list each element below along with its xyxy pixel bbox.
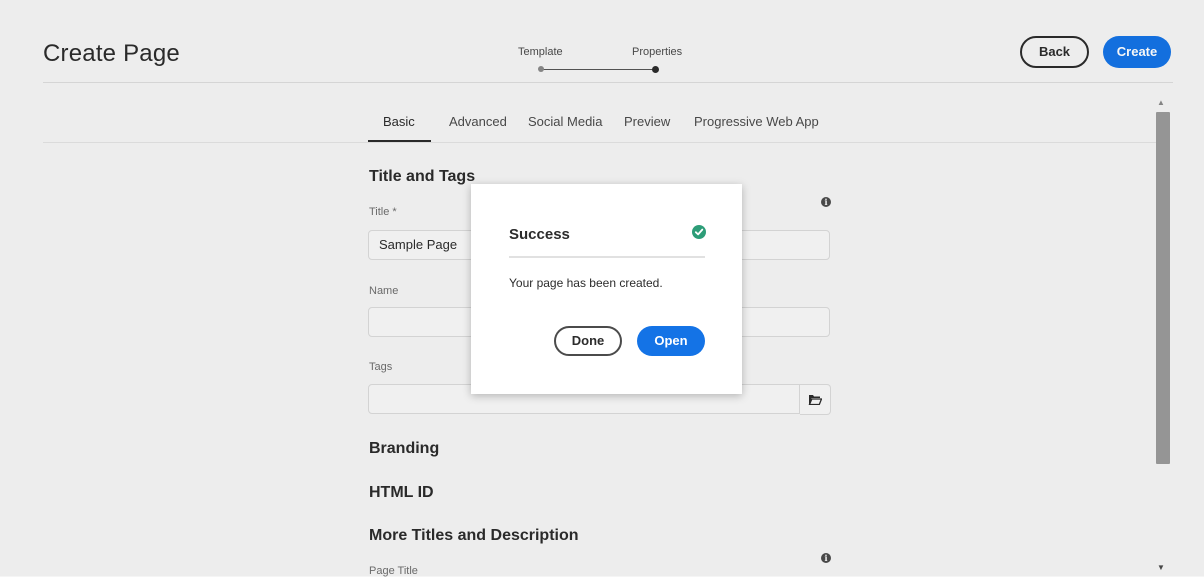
- dialog-title: Success: [509, 226, 570, 243]
- done-button[interactable]: Done: [554, 326, 622, 356]
- check-circle-icon: [692, 225, 706, 239]
- dialog-message: Your page has been created.: [509, 276, 663, 290]
- create-page-wizard: Create Page Template Properties Back Cre…: [0, 0, 1204, 577]
- dialog-divider: [509, 256, 705, 258]
- success-dialog: Success Your page has been created. Done…: [471, 184, 742, 394]
- open-button[interactable]: Open: [637, 326, 705, 356]
